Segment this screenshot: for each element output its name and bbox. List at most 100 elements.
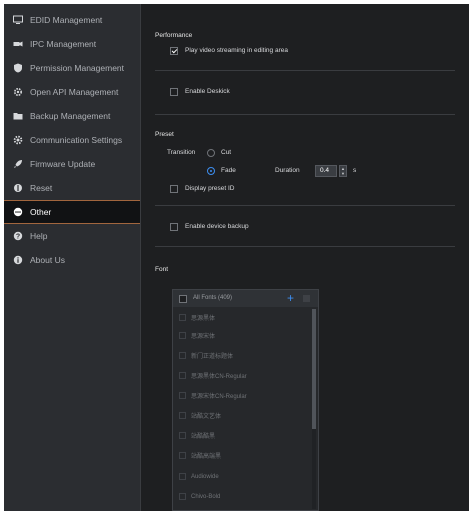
font-item-checkbox[interactable] bbox=[179, 412, 186, 419]
font-item-checkbox[interactable] bbox=[179, 352, 186, 359]
performance-title: Performance bbox=[155, 32, 193, 39]
font-item-label: 思源宋体CN-Regular bbox=[191, 394, 247, 400]
enable-deskick-label: Enable Deskick bbox=[185, 88, 230, 95]
sidebar-item-open-api-management[interactable]: Open API Management bbox=[4, 80, 140, 104]
enable-deskick-checkbox[interactable] bbox=[170, 88, 178, 96]
folder-icon bbox=[13, 111, 23, 121]
play-video-checkbox[interactable] bbox=[170, 47, 178, 55]
font-item-label: Audiowide bbox=[191, 473, 219, 480]
font-item-label: 思源黑体 bbox=[191, 316, 216, 322]
monitor-icon bbox=[13, 15, 23, 25]
font-item-label: 站酷文艺体 bbox=[191, 414, 222, 420]
divider bbox=[155, 70, 455, 71]
api-gear-icon bbox=[13, 87, 23, 97]
sidebar-item-label: EDID Management bbox=[30, 15, 103, 25]
font-item-checkbox[interactable] bbox=[179, 452, 186, 459]
shield-icon bbox=[13, 63, 23, 73]
sidebar-item-label: Firmware Update bbox=[30, 159, 96, 169]
font-list-item[interactable]: Audiowide bbox=[179, 468, 219, 485]
sidebar-item-communication-settings[interactable]: Communication Settings bbox=[4, 128, 140, 152]
reset-icon bbox=[13, 183, 23, 193]
svg-text:?: ? bbox=[16, 234, 20, 241]
other-icon bbox=[13, 207, 23, 217]
font-item-checkbox[interactable] bbox=[179, 473, 186, 480]
font-title: Font bbox=[155, 266, 169, 273]
duration-input[interactable]: 0.4 bbox=[315, 165, 337, 177]
sidebar-item-backup-management[interactable]: Backup Management bbox=[4, 104, 140, 128]
sidebar-item-label: Communication Settings bbox=[30, 135, 123, 145]
font-list-item[interactable]: 站酷高端黑 bbox=[179, 447, 221, 464]
duration-stepper[interactable]: ▲ ▼ bbox=[339, 165, 347, 177]
transition-cut-label: Cut bbox=[221, 149, 232, 156]
sidebar-item-label: Help bbox=[30, 231, 48, 241]
transition-cut-radio[interactable] bbox=[207, 149, 215, 157]
rocket-icon bbox=[13, 159, 23, 169]
font-list-scroll-thumb[interactable] bbox=[312, 309, 316, 429]
font-item-label: 思源宋体 bbox=[191, 334, 216, 340]
sidebar-item-label: Backup Management bbox=[30, 111, 111, 121]
play-video-label: Play video streaming in editing area bbox=[185, 47, 288, 54]
font-list-scrollbar[interactable] bbox=[312, 309, 316, 509]
enable-device-backup-checkbox[interactable] bbox=[170, 223, 178, 231]
font-list-item[interactable]: 思源宋体 bbox=[179, 327, 215, 344]
help-icon: ? bbox=[13, 231, 23, 241]
divider bbox=[155, 246, 455, 247]
sidebar-item-permission-management[interactable]: Permission Management bbox=[4, 56, 140, 80]
all-fonts-checkbox[interactable] bbox=[179, 295, 187, 303]
camera-icon bbox=[13, 39, 23, 49]
settings-content: Performance Play video streaming in edit… bbox=[141, 4, 469, 511]
font-list-item[interactable]: 站酷文艺体 bbox=[179, 407, 221, 424]
font-item-label: 思源黑体CN-Regular bbox=[191, 374, 247, 380]
sidebar-item-label: About Us bbox=[30, 255, 65, 265]
sidebar-item-reset[interactable]: Reset bbox=[4, 176, 140, 200]
font-list-item[interactable]: 思源黑体CN-Regular bbox=[179, 367, 247, 384]
divider bbox=[155, 205, 455, 206]
sidebar-item-edid-management[interactable]: EDID Management bbox=[4, 8, 140, 32]
font-list-item[interactable]: 新门正道标题体 bbox=[179, 347, 233, 364]
sidebar-item-about-us[interactable]: About Us bbox=[4, 248, 140, 272]
display-preset-id-label: Display preset ID bbox=[185, 185, 235, 192]
sidebar-item-label: IPC Management bbox=[30, 39, 97, 49]
sidebar-item-ipc-management[interactable]: IPC Management bbox=[4, 32, 140, 56]
enable-device-backup-label: Enable device backup bbox=[185, 223, 249, 230]
app-window: EDID Management IPC Management Permissio… bbox=[4, 4, 469, 511]
preset-title: Preset bbox=[155, 131, 174, 138]
stepper-down-icon[interactable]: ▼ bbox=[340, 171, 346, 176]
divider bbox=[155, 114, 455, 115]
sidebar-item-label: Reset bbox=[30, 183, 53, 193]
duration-label: Duration bbox=[275, 167, 300, 174]
font-list-panel: All Fonts (409) + 思源黑体 思源宋体 新门正道标题体 思源黑体… bbox=[172, 289, 319, 511]
font-item-checkbox[interactable] bbox=[179, 392, 186, 399]
sidebar-item-other[interactable]: Other bbox=[4, 200, 140, 224]
all-fonts-label: All Fonts (409) bbox=[193, 295, 233, 301]
sidebar-item-label: Permission Management bbox=[30, 63, 125, 73]
add-font-icon[interactable]: + bbox=[287, 291, 294, 305]
font-item-checkbox[interactable] bbox=[179, 432, 186, 439]
delete-font-icon[interactable] bbox=[303, 295, 310, 302]
sidebar-item-help[interactable]: ? Help bbox=[4, 224, 140, 248]
font-list-item[interactable]: Chivo-Bold bbox=[179, 488, 220, 505]
font-list-item[interactable]: 思源黑体 bbox=[179, 309, 215, 326]
font-item-checkbox[interactable] bbox=[179, 332, 186, 339]
font-list-item[interactable]: 站酷酷黑 bbox=[179, 427, 215, 444]
info-icon bbox=[13, 255, 23, 265]
transition-fade-label: Fade bbox=[221, 167, 236, 174]
font-item-label: 站酷酷黑 bbox=[191, 434, 216, 440]
font-item-checkbox[interactable] bbox=[179, 493, 186, 500]
font-item-checkbox[interactable] bbox=[179, 314, 186, 321]
sidebar-item-label: Open API Management bbox=[30, 87, 119, 97]
font-item-label: 新门正道标题体 bbox=[191, 354, 234, 360]
sidebar-item-firmware-update[interactable]: Firmware Update bbox=[4, 152, 140, 176]
sidebar-item-label: Other bbox=[30, 207, 52, 217]
font-item-label: Chivo-Bold bbox=[191, 493, 221, 500]
gear-icon bbox=[13, 135, 23, 145]
sidebar: EDID Management IPC Management Permissio… bbox=[4, 4, 141, 511]
duration-unit: s bbox=[353, 167, 357, 174]
font-item-checkbox[interactable] bbox=[179, 372, 186, 379]
transition-label: Transition bbox=[167, 149, 196, 156]
font-list-header: All Fonts (409) + bbox=[173, 290, 318, 307]
display-preset-id-checkbox[interactable] bbox=[170, 185, 178, 193]
font-item-label: 站酷高端黑 bbox=[191, 454, 222, 460]
font-list-item[interactable]: 思源宋体CN-Regular bbox=[179, 387, 247, 404]
transition-fade-radio[interactable] bbox=[207, 167, 215, 175]
